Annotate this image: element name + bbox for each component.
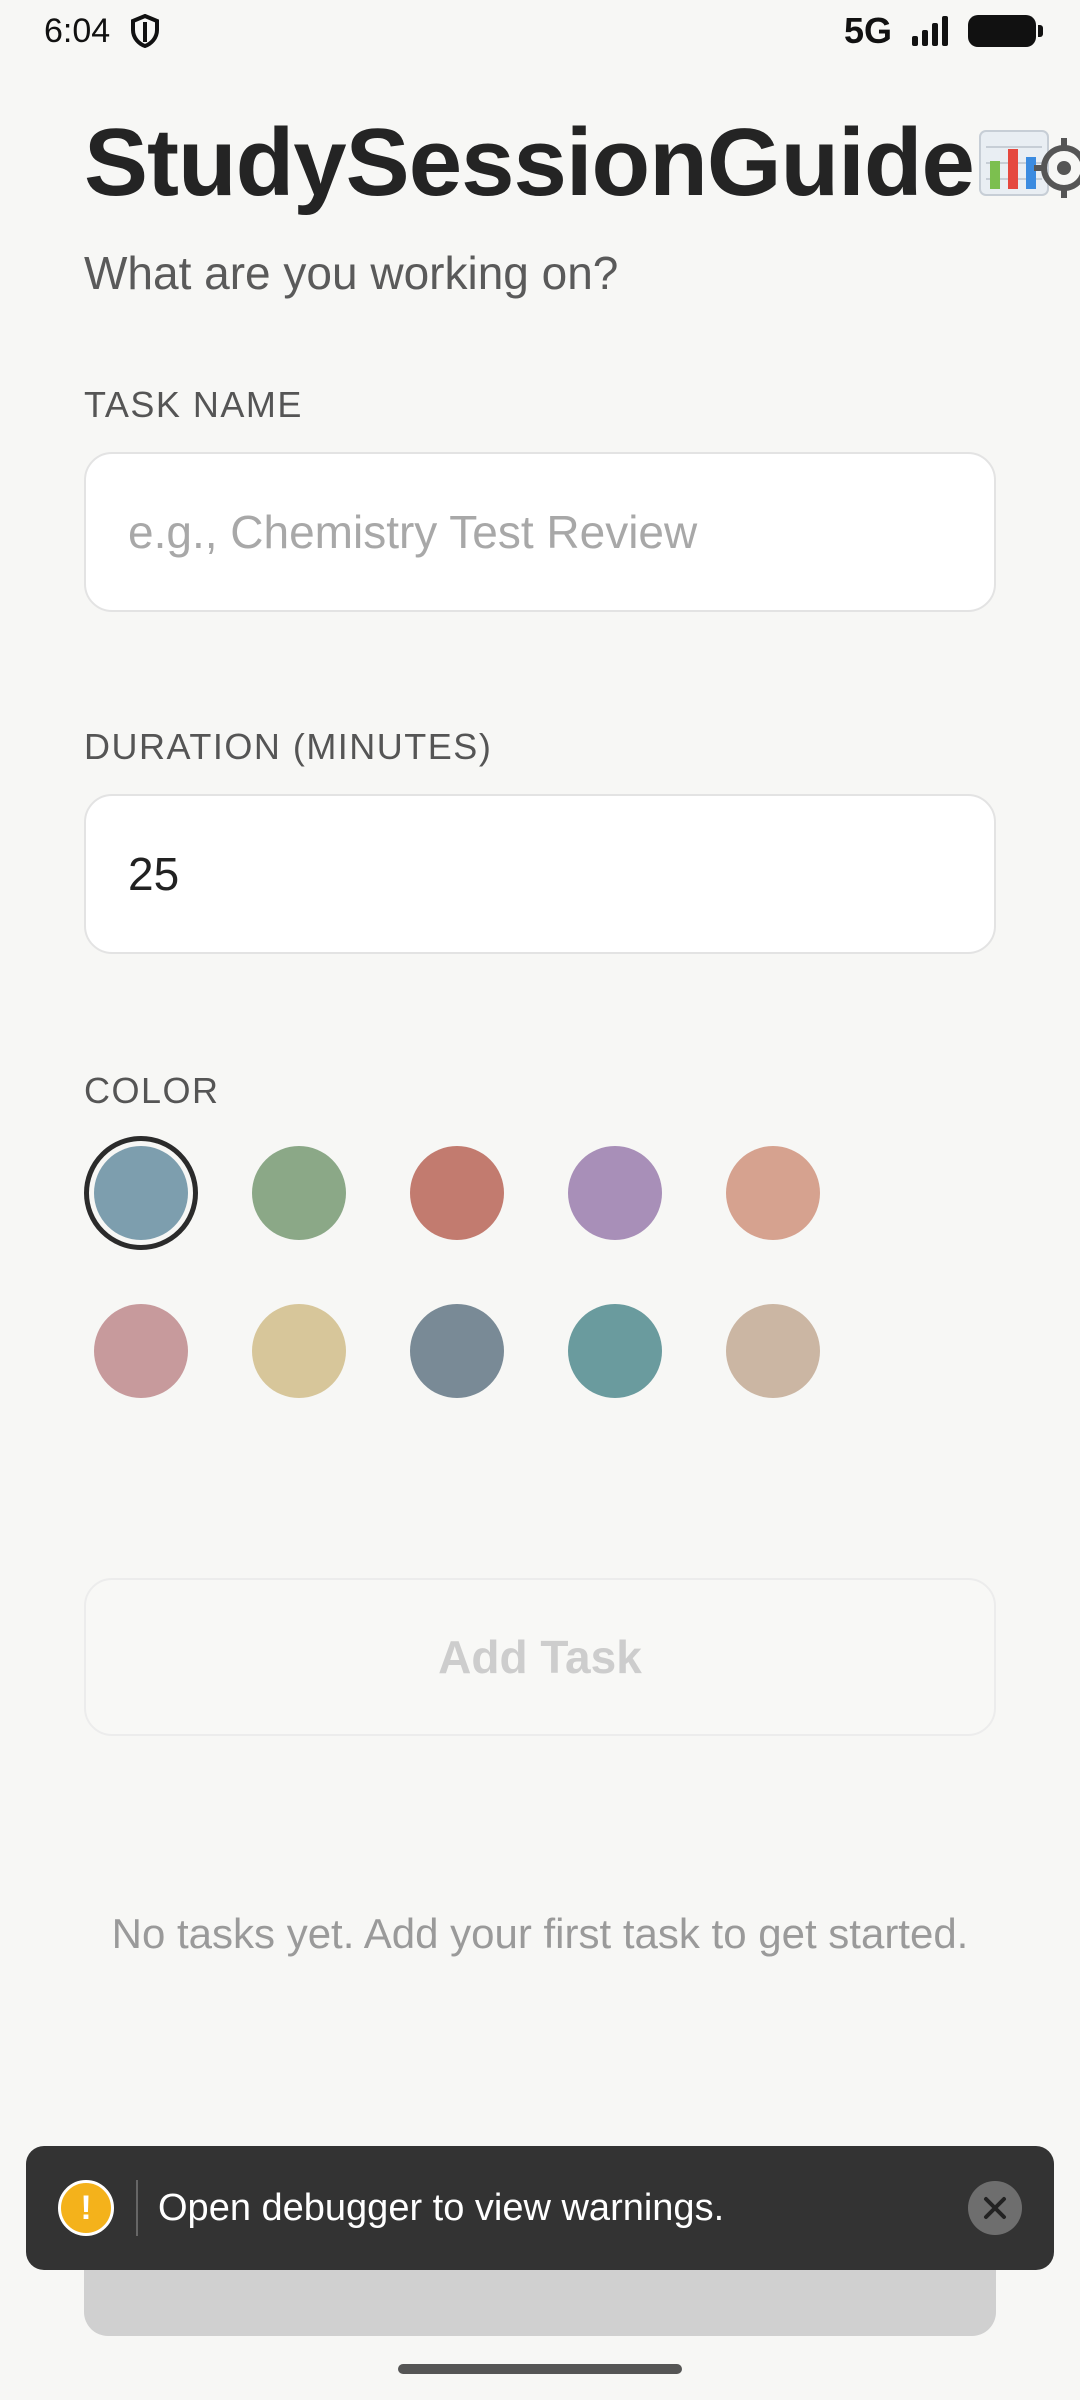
- task-name-label: TASK NAME: [84, 384, 303, 425]
- empty-state-message: No tasks yet. Add your first task to get…: [111, 1910, 969, 1957]
- shield-icon: [131, 14, 160, 48]
- signal-icon: [912, 16, 948, 46]
- color-swatch[interactable]: [716, 1136, 830, 1250]
- warning-icon: !: [58, 2180, 114, 2236]
- color-swatch-fill: [568, 1146, 662, 1240]
- color-swatch[interactable]: [400, 1294, 514, 1408]
- status-time: 6:04: [44, 11, 111, 50]
- color-swatch-fill: [252, 1304, 346, 1398]
- color-swatch-fill: [94, 1146, 188, 1240]
- title-row: StudySessionGuide: [84, 108, 1080, 218]
- debug-toast[interactable]: ! Open debugger to view warnings.: [26, 2146, 1054, 2270]
- close-icon[interactable]: [968, 2181, 1022, 2235]
- duration-field[interactable]: [84, 794, 996, 954]
- color-swatch[interactable]: [558, 1136, 672, 1250]
- page-subtitle: What are you working on?: [84, 247, 619, 299]
- home-indicator[interactable]: [398, 2364, 682, 2374]
- task-name-input[interactable]: [128, 505, 952, 559]
- battery-icon: [968, 15, 1043, 47]
- color-swatch-fill: [94, 1304, 188, 1398]
- color-swatch[interactable]: [716, 1294, 830, 1408]
- duration-label: DURATION (MINUTES): [84, 726, 493, 767]
- color-swatch[interactable]: [84, 1294, 198, 1408]
- status-right: 5G: [843, 10, 1043, 52]
- color-swatch[interactable]: [558, 1294, 672, 1408]
- color-swatch[interactable]: [242, 1294, 356, 1408]
- color-picker: [84, 1136, 884, 1408]
- status-bar: 6:04 5G: [0, 0, 1080, 62]
- add-task-button[interactable]: Add Task: [84, 1578, 996, 1736]
- status-left: 6:04: [44, 12, 160, 51]
- color-swatch[interactable]: [242, 1136, 356, 1250]
- toast-message: Open debugger to view warnings.: [158, 2186, 725, 2229]
- color-swatch[interactable]: [84, 1136, 198, 1250]
- color-swatch-fill: [726, 1146, 820, 1240]
- close-glyph: [984, 2197, 1006, 2219]
- toast-divider: [136, 2180, 138, 2236]
- page-title: StudySessionGuide: [84, 109, 975, 216]
- color-swatch-fill: [252, 1146, 346, 1240]
- color-swatch-fill: [726, 1304, 820, 1398]
- task-name-field[interactable]: [84, 452, 996, 612]
- gear-icon[interactable]: [1032, 136, 1080, 200]
- color-swatch-fill: [568, 1304, 662, 1398]
- color-swatch-fill: [410, 1304, 504, 1398]
- color-label: COLOR: [84, 1070, 220, 1111]
- color-swatch-fill: [410, 1146, 504, 1240]
- network-label: 5G: [843, 10, 892, 51]
- duration-input[interactable]: [128, 847, 952, 901]
- color-swatch[interactable]: [400, 1136, 514, 1250]
